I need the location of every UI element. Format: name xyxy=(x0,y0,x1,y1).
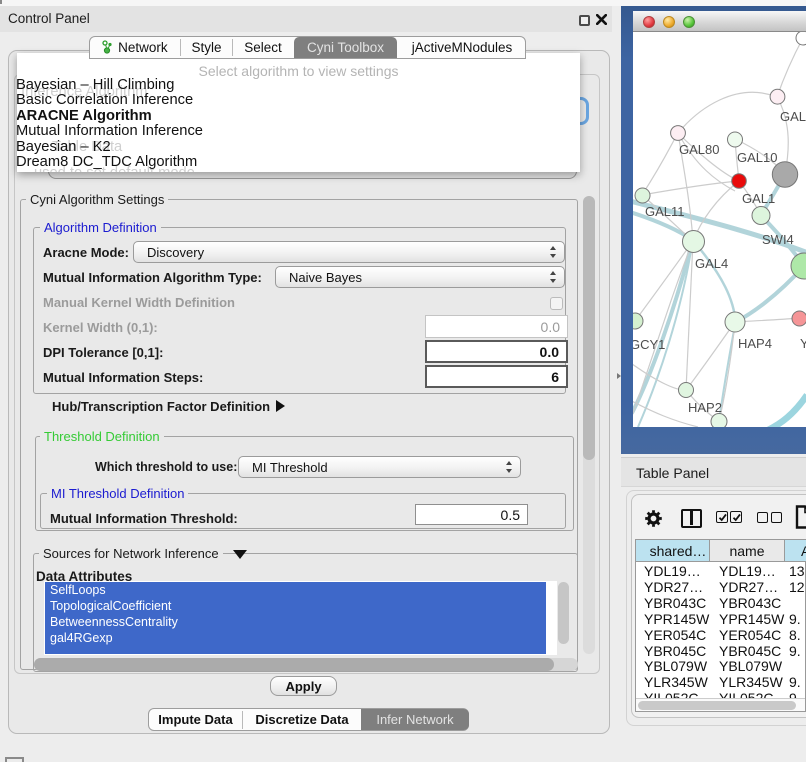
svg-text:GAL11: GAL11 xyxy=(645,204,685,219)
svg-text:GCY1: GCY1 xyxy=(633,337,665,352)
svg-text:HAP2: HAP2 xyxy=(688,400,722,415)
svg-text:Y: Y xyxy=(800,336,806,351)
svg-text:GAL10: GAL10 xyxy=(737,150,777,165)
svg-text:GAL1: GAL1 xyxy=(742,191,775,206)
svg-text:SWI4: SWI4 xyxy=(762,232,794,247)
svg-text:HAP4: HAP4 xyxy=(738,336,772,351)
svg-text:GAL: GAL xyxy=(780,109,806,124)
svg-text:GAL4: GAL4 xyxy=(695,256,728,271)
svg-text:GAL80: GAL80 xyxy=(679,142,719,157)
